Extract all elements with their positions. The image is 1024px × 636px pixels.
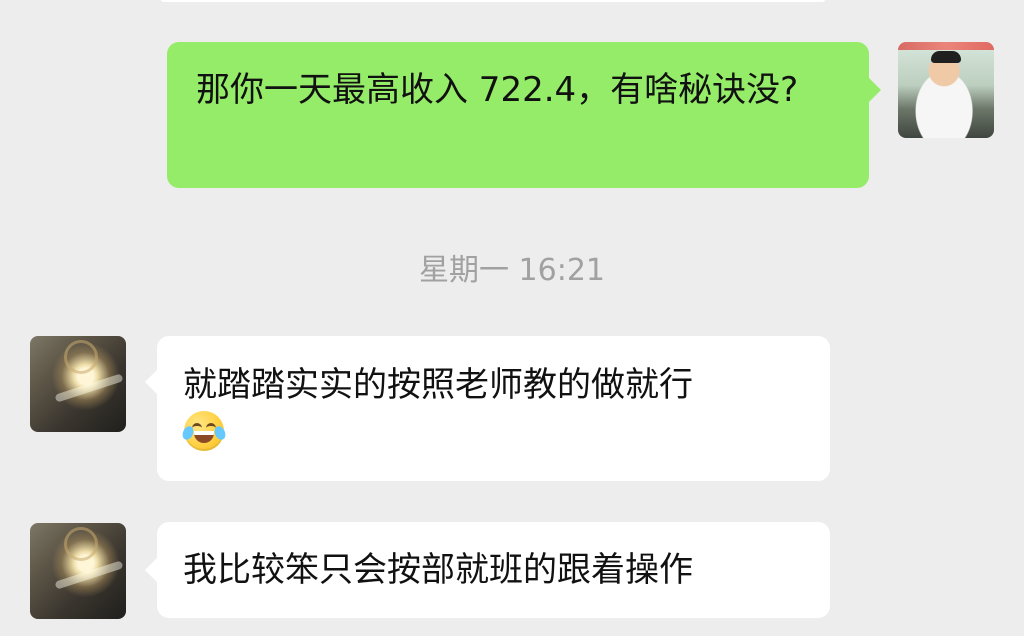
message-timestamp: 星期一 16:21 (419, 253, 605, 288)
outgoing-message-bubble[interactable]: 那你一天最高收入 722.4，有啥秘诀没? (167, 42, 869, 188)
incoming-message-bubble[interactable]: 就踏踏实实的按照老师教的做就行 (157, 336, 830, 481)
incoming-message-bubble[interactable]: 我比较笨只会按部就班的跟着操作 (157, 522, 830, 618)
emoji-eye-left (192, 423, 202, 431)
avatar-background-detail (898, 42, 994, 50)
grinning-squinting-tears-emoji (180, 411, 228, 451)
incoming-message-text: 就踏踏实实的按照老师教的做就行 (183, 365, 693, 405)
incoming-bubble-tail (145, 370, 157, 394)
contact-avatar[interactable] (30, 523, 126, 619)
avatar-light-ring (64, 527, 98, 561)
incoming-bubble-tail (145, 558, 157, 582)
incoming-message-text: 我比较笨只会按部就班的跟着操作 (183, 550, 693, 590)
previous-message-bubble-edge (160, 0, 826, 2)
contact-avatar[interactable] (30, 336, 126, 432)
avatar-light-streak (54, 373, 124, 403)
avatar-light-streak (54, 560, 124, 590)
avatar-hair-detail (931, 51, 961, 63)
user-avatar[interactable] (898, 42, 994, 138)
outgoing-bubble-tail (869, 78, 881, 102)
emoji-eye-right (206, 423, 216, 431)
emoji-teeth (194, 431, 214, 435)
outgoing-message-text: 那你一天最高收入 722.4，有啥秘诀没? (196, 70, 799, 110)
avatar-light-ring (64, 340, 98, 374)
emoji-mouth (194, 431, 214, 443)
